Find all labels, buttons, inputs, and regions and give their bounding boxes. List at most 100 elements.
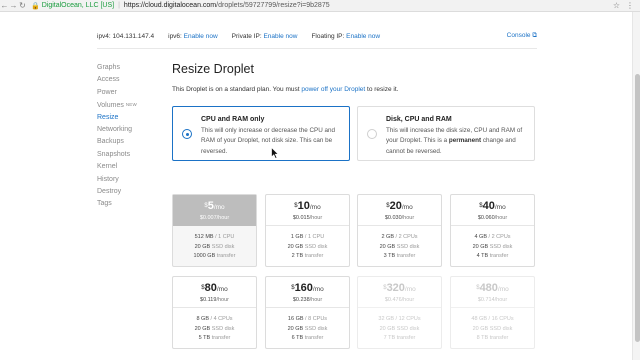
floating-ip-enable-link[interactable]: Enable now — [346, 33, 380, 40]
per-hour-unit: /hour — [494, 297, 508, 303]
transfer-unit: transfer — [216, 253, 236, 260]
intro-prefix: This Droplet is on a standard plan. You … — [172, 86, 302, 93]
disk-spec: 20 GB SSD disk — [358, 243, 441, 253]
console-link[interactable]: Console ⧉ — [507, 32, 537, 40]
ram-value: 4 GB — [474, 234, 487, 240]
forward-icon[interactable]: → — [9, 1, 18, 10]
plan-header: $320/mo $0.476/hour — [358, 277, 441, 308]
per-month-unit: /mo — [404, 286, 416, 293]
disk-unit: SSD disk — [396, 243, 420, 250]
per-month-unit: /mo — [309, 204, 321, 211]
transfer-spec: 6 TB transfer — [266, 334, 349, 344]
sidebar-item-snapshots[interactable]: Snapshots — [97, 149, 157, 161]
transfer-unit: transfer — [489, 253, 509, 260]
disk-spec: 20 GB SSD disk — [451, 325, 534, 335]
ram-cpu-spec: 48 GB / 16 CPUs — [471, 316, 514, 322]
transfer-spec: 8 TB transfer — [451, 334, 534, 344]
intro-suffix: to resize it. — [365, 86, 399, 93]
radio-button-selected[interactable] — [182, 129, 192, 139]
disk-unit: SSD disk — [211, 243, 235, 250]
plan-card[interactable]: $10/mo $0.015/hour 1 GB / 1 CPU 20 GB SSD d… — [265, 194, 350, 267]
option-desc-bold: permanent — [448, 137, 482, 145]
plan-hourly-price: $0.476/hour — [358, 296, 441, 304]
plan-card[interactable]: $160/mo $0.238/hour 16 GB / 8 CPUs 20 GB SS… — [265, 276, 350, 349]
plan-specs: 1 GB / 1 CPU 20 GB SSD disk 2 TB transfer — [266, 226, 349, 262]
sidebar-item-tags[interactable]: Tags — [97, 198, 157, 210]
transfer-spec: 5 TB transfer — [173, 334, 256, 344]
per-month-unit: /mo — [401, 204, 413, 211]
disk-spec: 20 GB SSD disk — [266, 325, 349, 335]
scrollbar-thumb[interactable] — [634, 74, 640, 342]
ram-value: 8 GB — [196, 316, 209, 322]
option-description: This will increase the disk size, CPU an… — [386, 126, 530, 157]
disk-unit: SSD disk — [304, 325, 328, 332]
price-amount: 320 — [386, 282, 405, 294]
browser-address-bar[interactable]: ← → ↻ 🔒 DigitalOcean, LLC [US] | https:/… — [0, 0, 640, 12]
hourly-amount: $0.119 — [200, 297, 217, 303]
floating-ip-info: Floating IP: Enable now — [311, 33, 380, 40]
back-icon[interactable]: ← — [0, 1, 9, 10]
transfer-unit: transfer — [304, 253, 324, 260]
private-ip-enable-link[interactable]: Enable now — [263, 33, 297, 40]
disk-value: 20 GB — [194, 325, 211, 332]
per-hour-unit: /hour — [401, 215, 415, 221]
plan-monthly-price: $20/mo — [358, 200, 441, 214]
sidebar-item-volumes[interactable]: Volumes NEW — [97, 99, 157, 111]
url-text[interactable]: https://cloud.digitalocean.com/droplets/… — [124, 2, 330, 9]
cpu-value: 1 CPU — [218, 234, 235, 240]
external-window-icon: ⧉ — [532, 32, 537, 39]
plan-hourly-price: $0.238/hour — [266, 296, 349, 304]
sidebar-item-access[interactable]: Access — [97, 74, 157, 86]
droplet-network-info: ipv4: 104.131.147.4 ipv6: Enable now Pri… — [97, 30, 537, 42]
sidebar-item-graphs[interactable]: Graphs — [97, 62, 157, 74]
scrollbar[interactable] — [632, 12, 640, 360]
plan-specs: 512 MB / 1 CPU 20 GB SSD disk 1000 GB tran… — [173, 226, 256, 262]
sidebar-item-power[interactable]: Power — [97, 87, 157, 99]
ram-value: 48 GB — [471, 316, 487, 322]
plan-card[interactable]: $5/mo $0.007/hour 512 MB / 1 CPU 20 GB SSD … — [172, 194, 257, 267]
disk-unit: SSD disk — [304, 243, 328, 250]
sidebar-item-resize[interactable]: Resize — [97, 112, 157, 124]
disk-value: 20 GB — [379, 243, 396, 250]
resize-option-disk-cpu-ram[interactable]: Disk, CPU and RAM This will increase the… — [357, 106, 535, 161]
cpu-value: 16 CPUs — [491, 316, 514, 322]
radio-button[interactable] — [367, 129, 377, 139]
plan-header: $160/mo $0.238/hour — [266, 277, 349, 308]
per-hour-unit: /hour — [309, 215, 323, 221]
plan-card[interactable]: $80/mo $0.119/hour 8 GB / 4 CPUs 20 GB SSD … — [172, 276, 257, 349]
transfer-value: 1000 GB — [193, 253, 216, 260]
sidebar-item-kernel[interactable]: Kernel — [97, 161, 157, 173]
price-amount: 10 — [297, 200, 310, 212]
transfer-unit: transfer — [396, 253, 416, 260]
per-month-unit: /mo — [216, 286, 228, 293]
plan-hourly-price: $0.714/hour — [451, 296, 534, 304]
ram-value: 1 GB — [290, 234, 304, 240]
site-identity[interactable]: DigitalOcean, LLC [US] — [42, 2, 114, 9]
ipv6-enable-link[interactable]: Enable now — [184, 33, 218, 40]
resize-option-cpu-ram[interactable]: CPU and RAM only This will only increase… — [172, 106, 350, 161]
plan-card[interactable]: $40/mo $0.060/hour 4 GB / 2 CPUs 20 GB SSD … — [450, 194, 535, 267]
per-hour-unit: /hour — [309, 297, 323, 303]
sidebar-item-networking[interactable]: Networking — [97, 124, 157, 136]
ram-cpu-spec: 16 GB / 8 CPUs — [287, 316, 328, 322]
sidebar-item-history[interactable]: History — [97, 174, 157, 186]
sidebar-item-backups[interactable]: Backups — [97, 136, 157, 148]
plan-card[interactable]: $20/mo $0.030/hour 2 GB / 2 CPUs 20 GB SSD … — [357, 194, 442, 267]
per-hour-unit: /hour — [494, 215, 508, 221]
reload-icon[interactable]: ↻ — [18, 1, 27, 10]
private-ip-info: Private IP: Enable now — [232, 33, 298, 40]
hourly-amount: $0.476 — [384, 297, 402, 303]
cpu-value: 2 CPUs — [398, 234, 418, 240]
plan-monthly-price: $320/mo — [358, 282, 441, 296]
disk-spec: 20 GB SSD disk — [451, 243, 534, 253]
sidebar-item-destroy[interactable]: Destroy — [97, 186, 157, 198]
menu-icon[interactable]: ⋮ — [626, 1, 634, 10]
star-icon[interactable]: ☆ — [613, 1, 620, 10]
cpu-value: 12 CPUs — [398, 316, 421, 322]
plan-hourly-price: $0.007/hour — [173, 214, 256, 222]
price-amount: 40 — [482, 200, 495, 212]
power-off-link[interactable]: power off your Droplet — [301, 86, 365, 93]
transfer-value: 8 TB — [476, 335, 489, 342]
divider — [97, 48, 537, 49]
cpu-value: 1 CPU — [307, 234, 325, 240]
